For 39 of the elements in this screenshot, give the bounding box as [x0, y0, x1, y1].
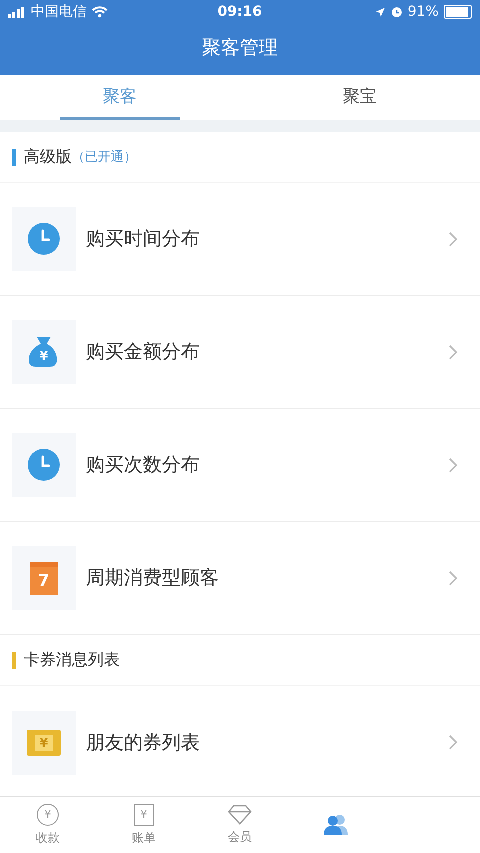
chevron-right-icon	[449, 570, 458, 586]
bill-icon: ¥	[134, 804, 154, 826]
clock-icon	[28, 449, 60, 481]
item-label: 周期消费型顾客	[86, 566, 220, 591]
diamond-icon	[228, 804, 252, 824]
alarm-icon	[390, 6, 403, 18]
signal-icon	[8, 6, 26, 18]
nav-tab[interactable]: ¥ 收款	[0, 797, 96, 853]
list-item[interactable]: 购买时间分布	[0, 183, 480, 296]
item-label: 购买时间分布	[86, 227, 201, 252]
chevron-right-icon	[449, 344, 458, 360]
chevron-right-icon	[449, 458, 458, 472]
calendar-icon: 7	[30, 562, 58, 594]
wifi-icon	[92, 6, 108, 18]
nav-tab[interactable]: ¥ 账单	[96, 797, 192, 853]
chevron-right-icon	[449, 232, 458, 246]
item-label: 购买金额分布	[86, 340, 201, 365]
battery-icon	[444, 5, 472, 19]
ticket-icon: ¥	[27, 730, 61, 756]
list-item[interactable]: ¥ 购买金额分布	[0, 296, 480, 409]
coin-icon: ¥	[37, 804, 59, 826]
page-title: 聚客管理	[201, 36, 279, 60]
status-note: （已开通）	[72, 149, 137, 166]
chevron-right-icon	[449, 735, 458, 750]
clock-icon	[28, 223, 60, 255]
list-item[interactable]: 7 周期消费型顾客	[0, 522, 480, 635]
location-icon	[374, 6, 386, 18]
money-bag-icon: ¥	[29, 336, 59, 368]
people-icon	[323, 814, 349, 836]
section-title: 高级版	[24, 146, 72, 168]
section-title: 卡券消息列表	[24, 650, 120, 670]
item-label: 购买次数分布	[86, 453, 201, 478]
list-item[interactable]: 购买次数分布	[0, 409, 480, 522]
nav-tab[interactable]: 会员	[192, 797, 288, 853]
list-item[interactable]: ¥ 朋友的券列表	[0, 686, 480, 799]
battery-percent: 91%	[408, 4, 439, 20]
item-label: 朋友的券列表	[86, 730, 201, 756]
carrier-name: 中国电信	[31, 3, 87, 21]
clock-time: 09:16	[218, 4, 262, 20]
